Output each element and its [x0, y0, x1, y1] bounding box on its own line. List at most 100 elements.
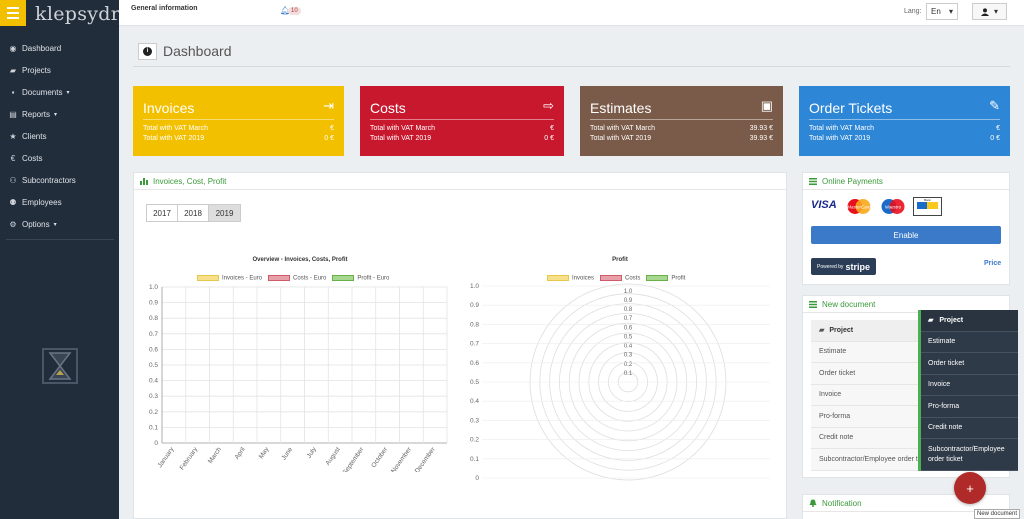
radial-tick-label: 0.6: [624, 325, 633, 331]
radial-tick-label: 0.5: [624, 334, 633, 340]
info-button[interactable]: i: [138, 43, 157, 60]
dropdown-item-subcontractor-order[interactable]: Subcontractor/Employee order ticket: [921, 439, 1018, 471]
panel-header: Invoices, Cost, Profit: [134, 173, 786, 190]
new-document-tooltip: New document: [974, 509, 1021, 519]
card-row-label: Total with VAT March: [143, 125, 208, 132]
x-tick-label: September: [342, 445, 366, 472]
language-select[interactable]: En ▾: [926, 3, 958, 20]
legend-swatch: [600, 275, 623, 281]
dropdown-item-order-ticket[interactable]: Order ticket: [921, 353, 1018, 375]
card-row: Total with VAT 2019 0 €: [370, 135, 554, 142]
x-tick-label: February: [179, 446, 200, 472]
card-row-label: Total with VAT March: [370, 125, 435, 132]
notification-count-badge[interactable]: 10: [288, 7, 301, 15]
sidebar-item-subcontractors[interactable]: ⚇ Subcontractors: [0, 169, 119, 191]
list-item[interactable]: Pro-forma: [811, 406, 921, 428]
card-row-label: Total with VAT 2019: [809, 135, 871, 142]
y-tick-label: 0.3: [149, 393, 158, 400]
y-tick-label: 0.5: [149, 362, 158, 369]
subcontractor-icon: ⚇: [9, 175, 17, 185]
dropdown-item-invoice[interactable]: Invoice: [921, 375, 1018, 396]
visa-logo: VISA: [811, 199, 837, 211]
panel-title: Online Payments: [822, 176, 883, 186]
costs-card[interactable]: Costs ⇨ Total with VAT March € Total with…: [360, 86, 564, 156]
sidebar-item-options[interactable]: ⚙ Options ▾: [0, 213, 119, 235]
sidebar-divider: [6, 239, 114, 240]
sidebar-item-reports[interactable]: ▤ Reports ▾: [0, 103, 119, 125]
dropdown-item-credit-note[interactable]: Credit note: [921, 418, 1018, 439]
folder-open-icon: ▰: [819, 327, 825, 335]
sidebar-item-dashboard[interactable]: ◉ Dashboard: [0, 37, 119, 59]
card-row: Total with VAT March €: [809, 125, 1000, 132]
user-menu-button[interactable]: ▾: [972, 3, 1007, 20]
project-dropdown-menu: ▰ Project Estimate Order ticket Invoice P…: [918, 310, 1018, 471]
user-icon: ⚉: [9, 197, 17, 207]
radial-tick-label: 0.1: [624, 371, 633, 377]
list-icon: [809, 177, 817, 185]
list-item[interactable]: Order ticket: [811, 363, 921, 385]
radial-tick-label: 0.3: [624, 353, 633, 359]
legend-label: Invoices - Euro: [222, 275, 263, 282]
sidebar-item-clients[interactable]: ★ Clients: [0, 125, 119, 147]
list-header: ▰ Project: [811, 320, 921, 342]
sidebar-item-documents[interactable]: ▪ Documents ▾: [0, 81, 119, 103]
legend-item[interactable]: Profit - Euro: [332, 275, 389, 282]
sidebar-item-label: Subcontractors: [22, 175, 76, 185]
sidebar-item-projects[interactable]: ▰ Projects: [0, 59, 119, 81]
svg-text:Banc: Banc: [924, 198, 931, 202]
card-divider: [809, 119, 1000, 120]
legend-item[interactable]: Costs: [600, 275, 640, 282]
y-tick-label: 0.7: [149, 331, 158, 338]
language-label: Lang:: [904, 8, 922, 15]
price-link[interactable]: Price: [984, 260, 1001, 267]
caret-down-icon: ▾: [54, 111, 58, 118]
legend-item[interactable]: Costs - Euro: [268, 275, 326, 282]
legend-item[interactable]: Invoices: [547, 275, 594, 282]
x-tick-label: October: [370, 445, 389, 469]
card-row: Total with VAT March 39.93 €: [590, 125, 773, 132]
card-row-value: 0 €: [324, 135, 334, 142]
sidebar-item-employees[interactable]: ⚉ Employees: [0, 191, 119, 213]
list-item[interactable]: Estimate: [811, 341, 921, 363]
x-tick-label: November: [390, 445, 413, 472]
report-icon: ▤: [9, 109, 17, 119]
y-tick-label: 0.7: [470, 341, 479, 348]
legend-swatch: [332, 275, 355, 281]
legend-item[interactable]: Invoices - Euro: [197, 275, 262, 282]
list-item[interactable]: Credit note: [811, 427, 921, 449]
dropdown-item-estimate[interactable]: Estimate: [921, 332, 1018, 353]
card-divider: [590, 119, 773, 120]
year-selector: 2017 2018 2019: [146, 204, 241, 222]
new-document-fab-button[interactable]: +: [954, 472, 986, 504]
dropdown-item-pro-forma[interactable]: Pro-forma: [921, 396, 1018, 418]
legend-item[interactable]: Profit: [646, 275, 685, 282]
legend-label: Invoices: [572, 275, 595, 282]
sidebar-nav: ◉ Dashboard ▰ Projects ▪ Documents ▾ ▤ Report…: [0, 37, 119, 235]
order-tickets-card[interactable]: Order Tickets ✎ Total with VAT March € To…: [799, 86, 1010, 156]
year-button-2019[interactable]: 2019: [209, 205, 240, 221]
user-icon: [980, 7, 989, 16]
invoices-card[interactable]: Invoices ⇥ Total with VAT March € Total w…: [133, 86, 344, 156]
list-item[interactable]: Invoice: [811, 384, 921, 406]
estimates-card[interactable]: Estimates ▣ Total with VAT March 39.93 € …: [580, 86, 783, 156]
year-button-2017[interactable]: 2017: [147, 205, 178, 221]
card-row-value: 0 €: [544, 135, 554, 142]
sidebar-item-costs[interactable]: € Costs: [0, 147, 119, 169]
legend-label: Costs: [625, 275, 641, 282]
title-divider: [133, 66, 1010, 67]
year-button-2018[interactable]: 2018: [178, 205, 209, 221]
app-logo[interactable]: klepsydra: [35, 3, 132, 25]
y-tick-label: 0.6: [149, 346, 158, 353]
menu-toggle-button[interactable]: [0, 0, 26, 26]
y-tick-label: 0: [154, 440, 158, 447]
y-tick-label: 0.9: [470, 302, 479, 309]
powered-by-stripe-badge[interactable]: Powered by stripe: [811, 258, 876, 275]
polar-chart: 0.10.20.30.40.50.60.70.80.91.000.10.20.3…: [470, 283, 770, 482]
list-header-label: Project: [829, 326, 854, 334]
list-item[interactable]: Subcontractor/Employee order ticket: [811, 449, 921, 471]
card-divider: [143, 119, 334, 120]
enable-payments-button[interactable]: Enable: [811, 226, 1001, 244]
panel-title: Invoices, Cost, Profit: [153, 176, 227, 186]
polar-chart-title: Profit: [612, 257, 628, 263]
card-row-value: €: [996, 125, 1000, 132]
